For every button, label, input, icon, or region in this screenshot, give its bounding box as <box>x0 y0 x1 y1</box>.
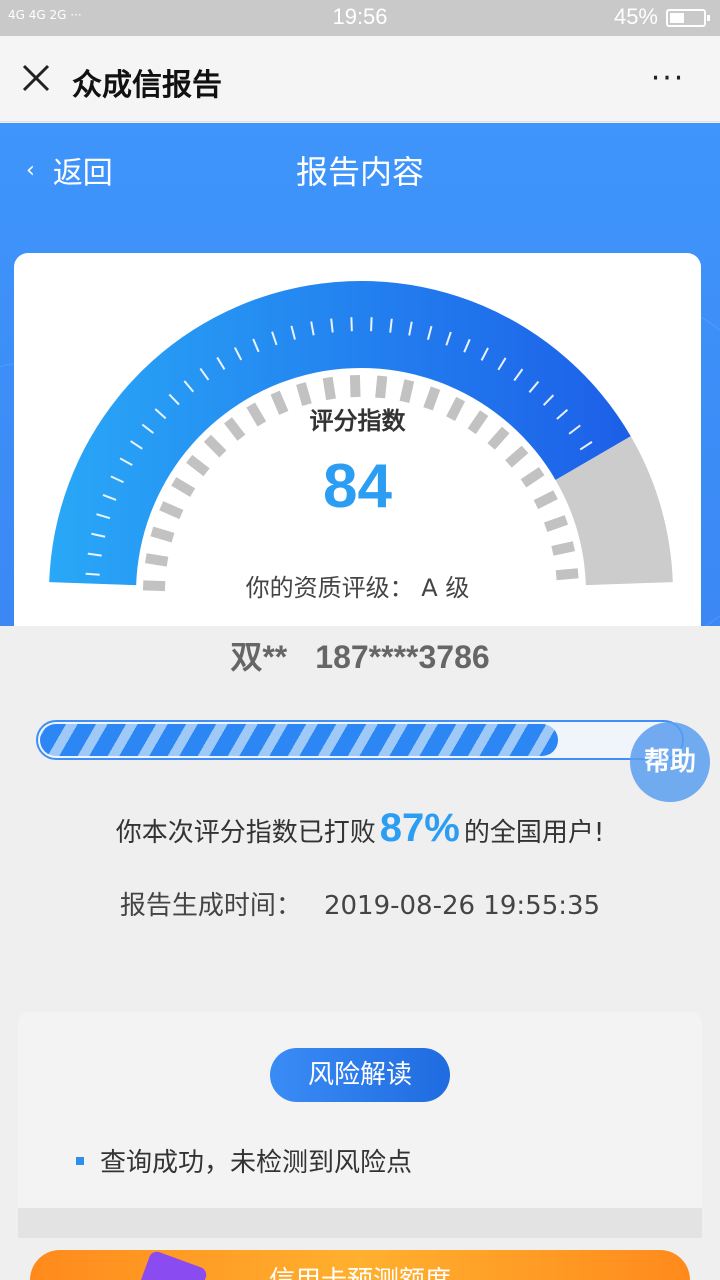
promo-banner[interactable]: 信用卡预测额度 <box>30 1250 690 1280</box>
gauge-inner-segment <box>349 374 361 398</box>
help-button[interactable]: 帮助 <box>630 722 710 802</box>
gauge-tick <box>370 317 373 332</box>
promo-text: 信用卡预测额度 <box>30 1260 690 1280</box>
app-title: 众成信报告 <box>72 68 222 103</box>
progress-fill <box>40 724 558 756</box>
bullet-icon <box>76 1156 84 1165</box>
gauge-inner-segment <box>399 379 415 403</box>
beat-prefix: 你本次评分指数已打败 <box>115 818 376 848</box>
gauge-inner-segment <box>551 541 575 556</box>
gauge-inner-segment <box>322 376 336 401</box>
report-time-value: 2019-08-26 19:55:35 <box>323 891 601 921</box>
risk-interpret-button[interactable]: 风险解读 <box>270 1048 450 1102</box>
page-title: 报告内容 <box>295 153 424 191</box>
app-bar: 众成信报告 ··· <box>0 36 720 122</box>
beat-text: 你本次评分指数已打败 87% 的全国用户! <box>0 806 720 851</box>
user-info: 双** 187****3786 <box>0 632 720 678</box>
user-name: 双** <box>230 639 288 675</box>
gauge-inner-segment <box>145 553 169 567</box>
gauge-inner-segment <box>150 526 175 543</box>
risk-card: 风险解读 查询成功，未检测到风险点 <box>18 1012 702 1208</box>
battery-icon <box>666 9 710 27</box>
beat-suffix: 的全国用户! <box>463 818 605 848</box>
beat-percent: 87% <box>379 806 460 850</box>
grade-text: 你的资质评级： A 级 <box>245 574 470 602</box>
rank-progress-bar <box>36 720 684 760</box>
report-time: 报告生成时间： 2019-08-26 19:55:35 <box>0 885 720 922</box>
more-icon[interactable]: ··· <box>648 64 688 94</box>
report-time-label: 报告生成时间： <box>119 891 302 921</box>
close-icon[interactable] <box>16 58 56 98</box>
battery-percent: 45% <box>613 4 658 29</box>
gauge-label: 评分指数 <box>309 407 406 435</box>
score-gauge-card: 评分指数 84 你的资质评级： A 级 <box>14 253 701 626</box>
gauge-inner-segment <box>375 375 388 399</box>
status-bar: 4G 4G 2G ··· 19:56 45% <box>0 0 720 36</box>
risk-item: 查询成功，未检测到风险点 <box>76 1142 412 1179</box>
report-header: ‹ 返回 报告内容 评分指数 84 你的资质评级： A 级 <box>0 123 720 626</box>
divider <box>18 1208 702 1238</box>
status-time: 19:56 <box>332 4 388 29</box>
gauge-score: 84 <box>323 452 392 521</box>
risk-item-text: 查询成功，未检测到风险点 <box>100 1148 413 1178</box>
user-phone: 187****3786 <box>315 639 490 675</box>
